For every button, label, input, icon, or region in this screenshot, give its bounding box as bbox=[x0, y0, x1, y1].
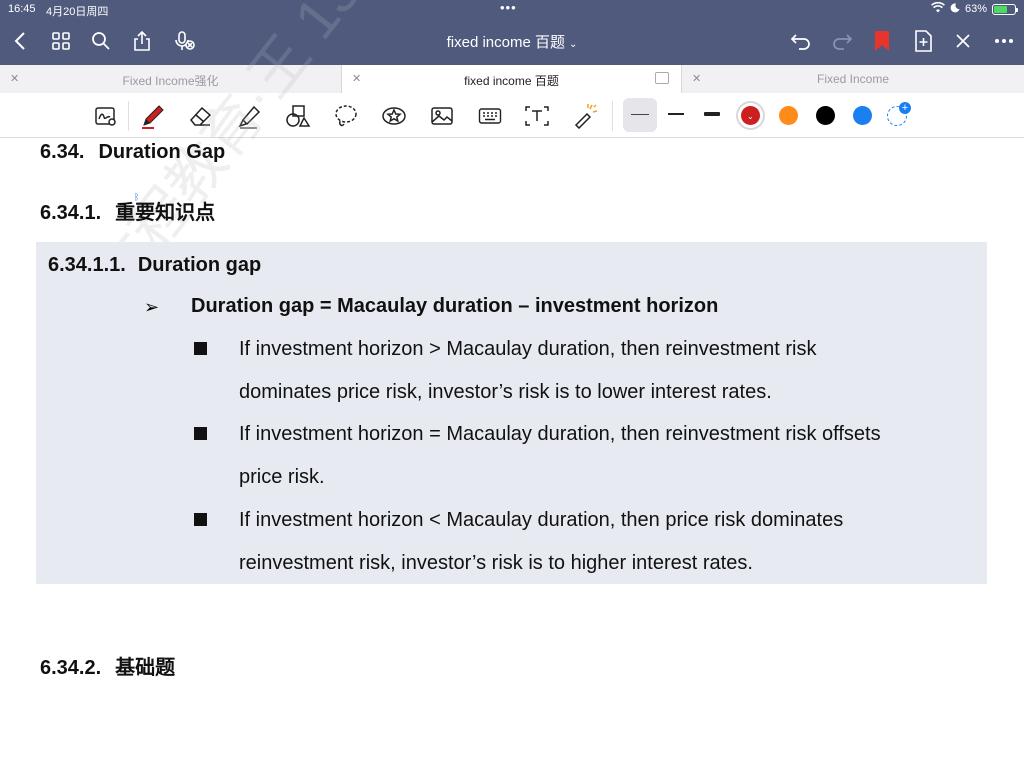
point-3-line-2: reinvestment risk, investor’s risk is to… bbox=[239, 552, 753, 574]
subsection-heading-2: 6.34.2. 基础题 bbox=[40, 651, 175, 680]
battery-fill bbox=[994, 5, 1007, 13]
subsection-number: 6.34.1. bbox=[40, 202, 102, 224]
tab-label: fixed income 百题 bbox=[464, 74, 559, 88]
battery-percent: 63% bbox=[964, 3, 987, 15]
tab-fixed-income-qianghua[interactable]: ✕ Fixed Income强化 bbox=[0, 65, 341, 93]
laser-pointer-icon[interactable] bbox=[572, 103, 598, 129]
sticker-icon[interactable] bbox=[381, 103, 407, 129]
point-3: If investment horizon < Macaulay duratio… bbox=[239, 499, 969, 585]
tab-label: Fixed Income bbox=[816, 72, 890, 86]
eraser-icon[interactable] bbox=[188, 103, 214, 129]
point-2-line-1: If investment horizon = Macaulay duratio… bbox=[239, 423, 881, 445]
image-icon[interactable] bbox=[429, 103, 455, 129]
multitasking-dots[interactable]: ••• bbox=[500, 0, 517, 15]
section-title: Duration Gap bbox=[98, 141, 226, 163]
highlighter-icon[interactable] bbox=[237, 103, 263, 129]
add-color-button[interactable]: + bbox=[887, 102, 911, 126]
color-black-swatch[interactable] bbox=[816, 106, 835, 125]
point-1-line-1: If investment horizon > Macaulay duratio… bbox=[239, 338, 817, 360]
add-page-icon[interactable] bbox=[911, 29, 935, 53]
nav-bar: fixed income 百题 ⌄ bbox=[0, 20, 1024, 62]
moon-icon bbox=[950, 2, 960, 16]
section-number: 6.34. bbox=[40, 141, 85, 163]
point-2-line-2: price risk. bbox=[239, 466, 325, 488]
text-box-icon[interactable] bbox=[524, 103, 550, 129]
box-heading-number: 6.34.1.1. bbox=[48, 254, 126, 276]
subsection-title: 基础题 bbox=[115, 657, 176, 679]
square-bullet-icon bbox=[194, 513, 207, 526]
split-view-icon[interactable] bbox=[655, 72, 669, 84]
key-points-box: 6.34.1.1. Duration gap ➢ Duration gap = M… bbox=[36, 242, 987, 584]
lasso-handwriting-icon[interactable] bbox=[93, 103, 119, 129]
subsection-number: 6.34.2. bbox=[40, 657, 102, 679]
stroke-thick-icon[interactable] bbox=[704, 112, 720, 116]
tab-fixed-income[interactable]: ✕ Fixed Income bbox=[682, 65, 1024, 93]
shapes-icon[interactable] bbox=[285, 103, 311, 129]
keyboard-icon[interactable] bbox=[477, 103, 503, 129]
color-blue-swatch[interactable] bbox=[853, 106, 872, 125]
point-3-line-1: If investment horizon < Macaulay duratio… bbox=[239, 509, 844, 531]
point-2: If investment horizon = Macaulay duratio… bbox=[239, 413, 969, 499]
tab-label: Fixed Income强化 bbox=[122, 74, 219, 88]
tool-divider bbox=[612, 101, 613, 131]
arrow-bullet-icon: ➢ bbox=[144, 297, 160, 317]
tool-divider bbox=[128, 101, 129, 131]
pen-icon[interactable] bbox=[140, 103, 166, 129]
more-icon[interactable] bbox=[992, 29, 1016, 53]
stroke-thin-selected[interactable] bbox=[623, 98, 657, 132]
color-orange-swatch[interactable] bbox=[779, 106, 798, 125]
square-bullet-icon bbox=[194, 427, 207, 440]
square-bullet-icon bbox=[194, 342, 207, 355]
chevron-down-icon: ⌄ bbox=[747, 112, 754, 121]
close-icon[interactable] bbox=[951, 29, 975, 53]
box-heading: 6.34.1.1. Duration gap bbox=[48, 254, 261, 277]
chevron-down-icon: ⌄ bbox=[568, 39, 578, 50]
status-bar: 16:45 4月20日周四 ••• 63% bbox=[0, 0, 1024, 18]
subsection-title: 重要知识点 bbox=[115, 202, 216, 224]
bookmark-icon[interactable] bbox=[870, 29, 894, 53]
tab-fixed-income-baiti[interactable]: ✕ fixed income 百题 bbox=[341, 65, 682, 93]
document-title-text: fixed income 百题 bbox=[446, 34, 565, 51]
status-right: 63% bbox=[931, 1, 1018, 16]
status-time: 16:45 bbox=[8, 3, 36, 15]
document-page[interactable]: 文程教育·王 13623559 6.34. Duration Gap 6.34.1… bbox=[0, 0, 1024, 768]
status-date: 4月20日周四 bbox=[46, 6, 109, 18]
tab-strip: ✕ Fixed Income强化 ✕ fixed income 百题 ✕ Fix… bbox=[0, 65, 1024, 93]
subsection-heading-1: 6.34.1. 重要知识点 bbox=[40, 196, 215, 225]
wifi-icon bbox=[931, 1, 945, 16]
plus-icon: + bbox=[899, 102, 911, 114]
formula-text: Duration gap = Macaulay duration – inves… bbox=[191, 295, 719, 317]
top-bar: 16:45 4月20日周四 ••• 63% fixed income 百题 ⌄ bbox=[0, 0, 1024, 65]
stroke-thin-icon bbox=[631, 114, 649, 115]
point-1-line-2: dominates price risk, investor’s risk is… bbox=[239, 381, 772, 403]
stroke-medium-icon[interactable] bbox=[668, 113, 684, 115]
point-1: If investment horizon > Macaulay duratio… bbox=[239, 328, 969, 414]
section-heading: 6.34. Duration Gap bbox=[40, 141, 225, 164]
box-heading-title: Duration gap bbox=[137, 254, 262, 276]
redo-icon[interactable] bbox=[830, 29, 854, 53]
lasso-icon[interactable] bbox=[333, 103, 359, 129]
undo-icon[interactable] bbox=[789, 29, 813, 53]
battery-icon bbox=[992, 3, 1018, 15]
